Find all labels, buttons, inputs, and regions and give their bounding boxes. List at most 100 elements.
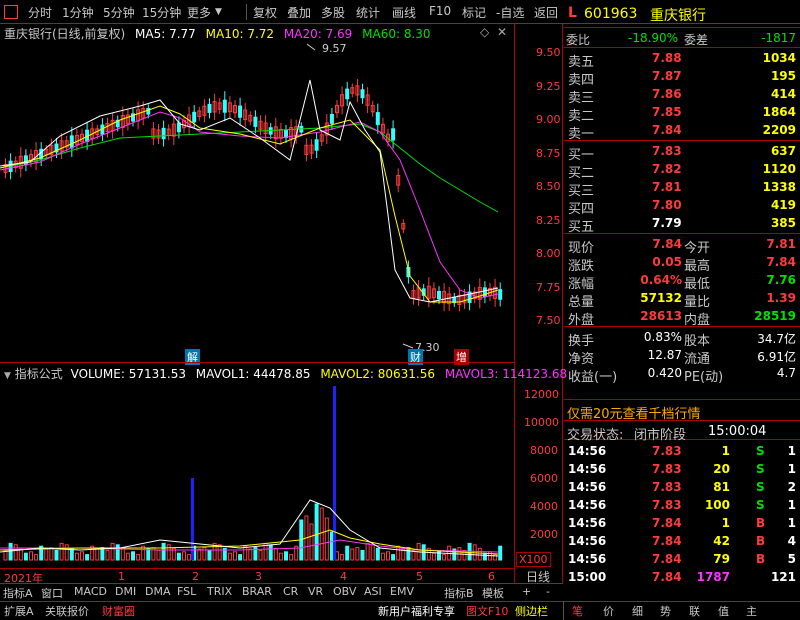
tab-dma[interactable]: DMA (145, 585, 171, 601)
toolbar-more[interactable]: 更多 (187, 4, 211, 21)
ma10-line (0, 105, 499, 303)
tab-expand[interactable]: 扩展A (4, 603, 34, 619)
toolbar-draw[interactable]: 画线 (392, 4, 416, 21)
volume-bar (406, 547, 411, 561)
price-chart (0, 43, 503, 349)
toolbar-overlay[interactable]: 叠加 (287, 4, 311, 21)
buy-row[interactable]: 买一 7.83 637 (566, 142, 800, 163)
toolbar-5min[interactable]: 5分钟 (103, 4, 135, 21)
toolbar-mark[interactable]: 标记 (462, 4, 486, 21)
sell-row[interactable]: 卖一 7.84 2209 (566, 121, 800, 142)
promo-banner[interactable]: 仅需20元查看千档行情 (564, 399, 800, 422)
tab-template[interactable]: 模板 (482, 585, 504, 601)
candle-body (329, 114, 334, 124)
chevron-down-icon[interactable]: ▼ (215, 7, 222, 17)
toolbar-intraday[interactable]: 分时 (28, 4, 52, 21)
nav-shi[interactable]: 势 (660, 603, 671, 619)
toolbar-1min[interactable]: 1分钟 (62, 4, 94, 21)
add-button[interactable]: + (522, 585, 531, 601)
tab-macd[interactable]: MACD (74, 585, 107, 601)
tick-count: 121 (770, 570, 796, 584)
buy-row[interactable]: 买二 7.82 1120 (566, 160, 800, 181)
tab-indicator-b[interactable]: 指标B (444, 585, 474, 601)
tab-related-quote[interactable]: 关联报价 (45, 603, 89, 619)
tick-time: 14:56 (568, 534, 607, 548)
price-tick: 9.50 (536, 46, 561, 59)
tab-wealth[interactable]: 财富圈 (102, 603, 135, 619)
nav-zhi[interactable]: 值 (718, 603, 729, 619)
volume-bar (391, 554, 396, 561)
tab-indicator-a[interactable]: 指标A (3, 585, 33, 601)
tab-asi[interactable]: ASI (364, 585, 382, 601)
sell-row[interactable]: 卖四 7.87 195 (566, 67, 800, 88)
stats-label: PE(动) (684, 370, 724, 385)
tick-price: 7.83 (652, 480, 682, 494)
volume-bar (44, 548, 49, 561)
tab-fsl[interactable]: FSL (177, 585, 196, 601)
stats-value: 0.83% (643, 330, 682, 344)
tick-count: 5 (787, 552, 796, 566)
volume-bar (156, 549, 161, 561)
nav-bi[interactable]: 笔 (572, 603, 583, 619)
sidebar-button[interactable]: 侧边栏 (515, 603, 548, 619)
candle-body (360, 89, 365, 99)
remove-button[interactable]: - (546, 585, 550, 601)
nav-zhu[interactable]: 主 (746, 603, 757, 619)
tab-window[interactable]: 窗口 (41, 585, 63, 601)
new-user-link[interactable]: 新用户福利专享 (378, 603, 455, 619)
tick-count: 1 (787, 516, 796, 530)
toolbar-f10[interactable]: F10 (429, 4, 451, 18)
quote-row: 现价 7.84 今开 7.81 (566, 235, 800, 256)
tab-brar[interactable]: BRAR (242, 585, 272, 601)
toolbar-back[interactable]: 返回 (534, 4, 558, 21)
trade-status-label: 交易状态: (567, 428, 624, 443)
tab-trix[interactable]: TRIX (207, 585, 232, 601)
trade-status-time: 15:00:04 (708, 424, 767, 439)
toolbar-watchlist[interactable]: -自选 (496, 4, 524, 21)
indicator-name[interactable]: 指标公式 (15, 367, 63, 381)
tick-row: 14:56 7.83 20 S 1 (566, 460, 800, 478)
volume-tick: 12000 (524, 388, 559, 401)
candle-body (391, 128, 396, 141)
candle-body (207, 103, 212, 113)
sell-row[interactable]: 卖三 7.86 414 (566, 85, 800, 106)
tab-emv[interactable]: EMV (390, 585, 414, 601)
buy-row[interactable]: 买三 7.81 1338 (566, 178, 800, 199)
tab-vr[interactable]: VR (308, 585, 323, 601)
tab-cr[interactable]: CR (283, 585, 298, 601)
order-price: 7.87 (652, 69, 682, 83)
volume-bar (380, 552, 385, 561)
tick-price: 7.83 (652, 462, 682, 476)
toolbar-15min[interactable]: 15分钟 (142, 4, 181, 21)
toolbar-stats[interactable]: 统计 (356, 4, 380, 21)
month-label: 2 (192, 570, 199, 583)
toolbar-adjust[interactable]: 复权 (253, 4, 277, 21)
volume-bar (64, 544, 69, 561)
order-volume: 385 (770, 216, 796, 230)
chart-menu-icon[interactable]: ◇ (480, 25, 489, 39)
chart-header: 重庆银行(日线,前复权) MA5: 7.77 MA10: 7.72 MA20: … (4, 25, 431, 41)
month-label: 3 (255, 570, 262, 583)
side-nav-divider (563, 602, 564, 620)
tab-dmi[interactable]: DMI (115, 585, 136, 601)
toolbar-multistock[interactable]: 多股 (321, 4, 345, 21)
volume-bar (258, 549, 263, 561)
price-tick: 9.00 (536, 113, 561, 126)
sell-row[interactable]: 卖二 7.85 1864 (566, 103, 800, 124)
price-tick: 7.50 (536, 314, 561, 327)
ma5-line (0, 79, 499, 303)
volume-bar (59, 542, 64, 561)
stock-level-label: L (568, 5, 577, 21)
chart-close-icon[interactable]: ✕ (497, 25, 507, 39)
nav-jia[interactable]: 价 (603, 603, 614, 619)
nav-xi[interactable]: 细 (632, 603, 643, 619)
order-price: 7.83 (652, 144, 682, 158)
volume-bar (233, 551, 237, 561)
f10-button[interactable]: 图文F10 (466, 603, 508, 619)
buy-row[interactable]: 买五 7.79 385 (566, 214, 800, 235)
buy-row[interactable]: 买四 7.80 419 (566, 196, 800, 217)
nav-lian[interactable]: 联 (689, 603, 700, 619)
status-bar: 扩展A 关联报价 财富圈 新用户福利专享 图文F10 侧边栏 笔 价 细 势 联… (0, 601, 800, 620)
tab-obv[interactable]: OBV (333, 585, 356, 601)
sell-row[interactable]: 卖五 7.88 1034 (566, 49, 800, 70)
